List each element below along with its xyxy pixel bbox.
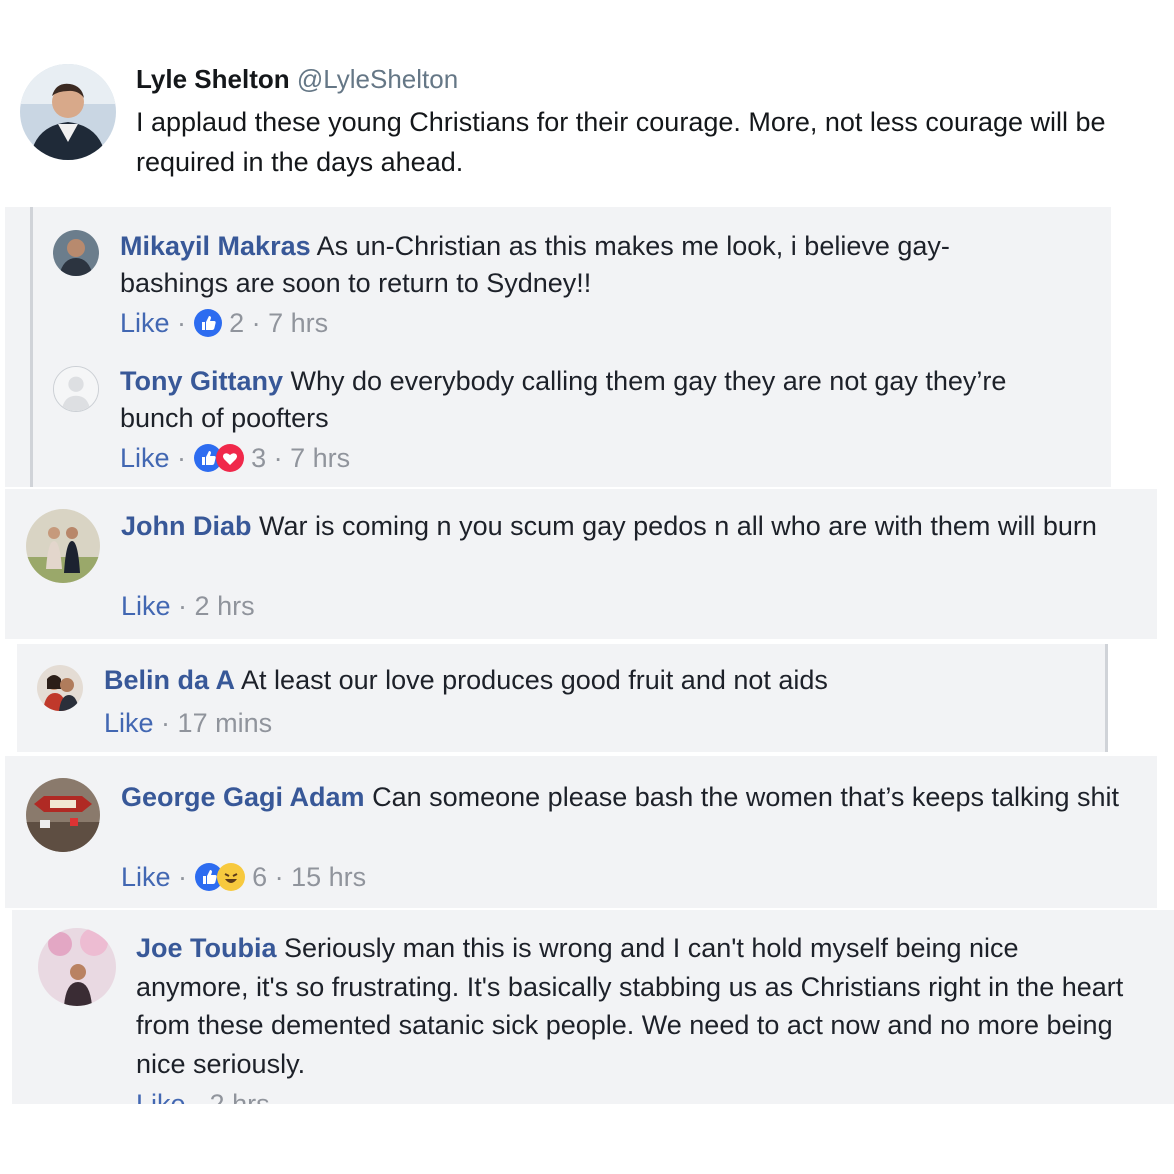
avatar-joe-toubia[interactable] xyxy=(38,928,116,1006)
avatar-image xyxy=(26,778,100,852)
avatar-image xyxy=(26,509,100,583)
avatar-tony-gittany[interactable] xyxy=(53,366,99,412)
avatar-mikayil-makras[interactable] xyxy=(53,230,99,276)
separator-dot: · xyxy=(193,1089,210,1104)
thread-line-belinda-right xyxy=(1105,644,1108,752)
avatar-john-diab[interactable] xyxy=(26,509,100,583)
separator-dot: · xyxy=(177,308,194,338)
tweet-author: Lyle Shelton @LyleShelton xyxy=(136,64,458,94)
comment-mikayil: Mikayil Makras As un-Christian as this m… xyxy=(120,228,1020,302)
haha-reaction-icon[interactable] xyxy=(216,863,245,891)
comment-author-name[interactable]: George Gagi Adam xyxy=(121,782,365,812)
comment-meta-tony: Like · 3 · 7 hrs xyxy=(120,442,350,474)
comment-text: At least our love produces good fruit an… xyxy=(241,665,828,695)
avatar-belinda-a[interactable] xyxy=(37,665,83,711)
comment-text: Can someone please bash the women that’s… xyxy=(372,782,1120,812)
avatar-image xyxy=(20,64,116,160)
separator-dot: · xyxy=(161,708,178,738)
tweet-author-name[interactable]: Lyle Shelton xyxy=(136,64,290,94)
comment-george: George Gagi Adam Can someone please bash… xyxy=(121,779,1121,816)
like-button[interactable]: Like xyxy=(104,708,154,738)
comment-time[interactable]: 7 hrs xyxy=(290,443,350,473)
like-button[interactable]: Like xyxy=(120,308,170,338)
avatar-lyle-shelton[interactable] xyxy=(20,64,116,160)
avatar-image xyxy=(38,928,116,1006)
comment-tony: Tony Gittany Why do everybody calling th… xyxy=(120,363,1020,437)
reaction-count[interactable]: 2 xyxy=(229,308,244,338)
comment-time[interactable]: 2 hrs xyxy=(195,591,255,621)
thread-line-1 xyxy=(30,207,33,487)
separator-dot: · xyxy=(178,591,195,621)
like-button[interactable]: Like xyxy=(121,862,171,892)
tweet-author-handle[interactable]: @LyleShelton xyxy=(297,64,458,94)
comment-author-name[interactable]: Belin da A xyxy=(104,665,235,695)
comment-time[interactable]: 17 mins xyxy=(178,708,273,738)
comment-time[interactable]: 7 hrs xyxy=(268,308,328,338)
comment-time[interactable]: 2 hrs xyxy=(210,1089,270,1104)
comment-meta-mikayil: Like · 2 · 7 hrs xyxy=(120,307,328,339)
separator-dot: · xyxy=(274,862,292,892)
comment-text: War is coming n you scum gay pedos n all… xyxy=(259,511,1097,541)
comment-author-name[interactable]: Tony Gittany xyxy=(120,366,283,396)
separator-dot: · xyxy=(251,308,269,338)
comment-meta-john: Like · 2 hrs xyxy=(121,590,255,622)
comment-belinda: Belin da A At least our love produces go… xyxy=(104,662,1094,699)
comment-author-name[interactable]: John Diab xyxy=(121,511,252,541)
reaction-count[interactable]: 3 xyxy=(251,443,266,473)
like-button[interactable]: Like xyxy=(121,591,171,621)
avatar-image xyxy=(53,230,99,276)
like-button[interactable]: Like xyxy=(136,1089,186,1104)
comment-john: John Diab War is coming n you scum gay p… xyxy=(121,508,1141,545)
comment-meta-belinda: Like · 17 mins xyxy=(104,707,272,739)
avatar-image xyxy=(37,665,83,711)
separator-dot: · xyxy=(177,443,194,473)
comment-joe: Joe Toubia Seriously man this is wrong a… xyxy=(136,929,1136,1083)
tweet-text: I applaud these young Christians for the… xyxy=(136,107,1106,177)
comment-meta-george: Like · 6 · 15 hrs xyxy=(121,861,366,893)
comment-meta-joe-clip: Like · 2 hrs xyxy=(136,1088,436,1104)
comment-meta-joe: Like · 2 hrs xyxy=(136,1088,270,1104)
like-button[interactable]: Like xyxy=(120,443,170,473)
reaction-count[interactable]: 6 xyxy=(252,862,267,892)
comment-author-name[interactable]: Mikayil Makras xyxy=(120,231,311,261)
comment-text: Seriously man this is wrong and I can't … xyxy=(136,933,1124,1079)
love-reaction-icon[interactable] xyxy=(215,444,244,472)
comment-author-name[interactable]: Joe Toubia xyxy=(136,933,277,963)
default-avatar-icon xyxy=(54,367,98,411)
comment-time[interactable]: 15 hrs xyxy=(291,862,366,892)
like-reaction-icon[interactable] xyxy=(193,309,222,337)
separator-dot: · xyxy=(178,862,195,892)
avatar-george-gagi-adam[interactable] xyxy=(26,778,100,852)
separator-dot: · xyxy=(273,443,291,473)
